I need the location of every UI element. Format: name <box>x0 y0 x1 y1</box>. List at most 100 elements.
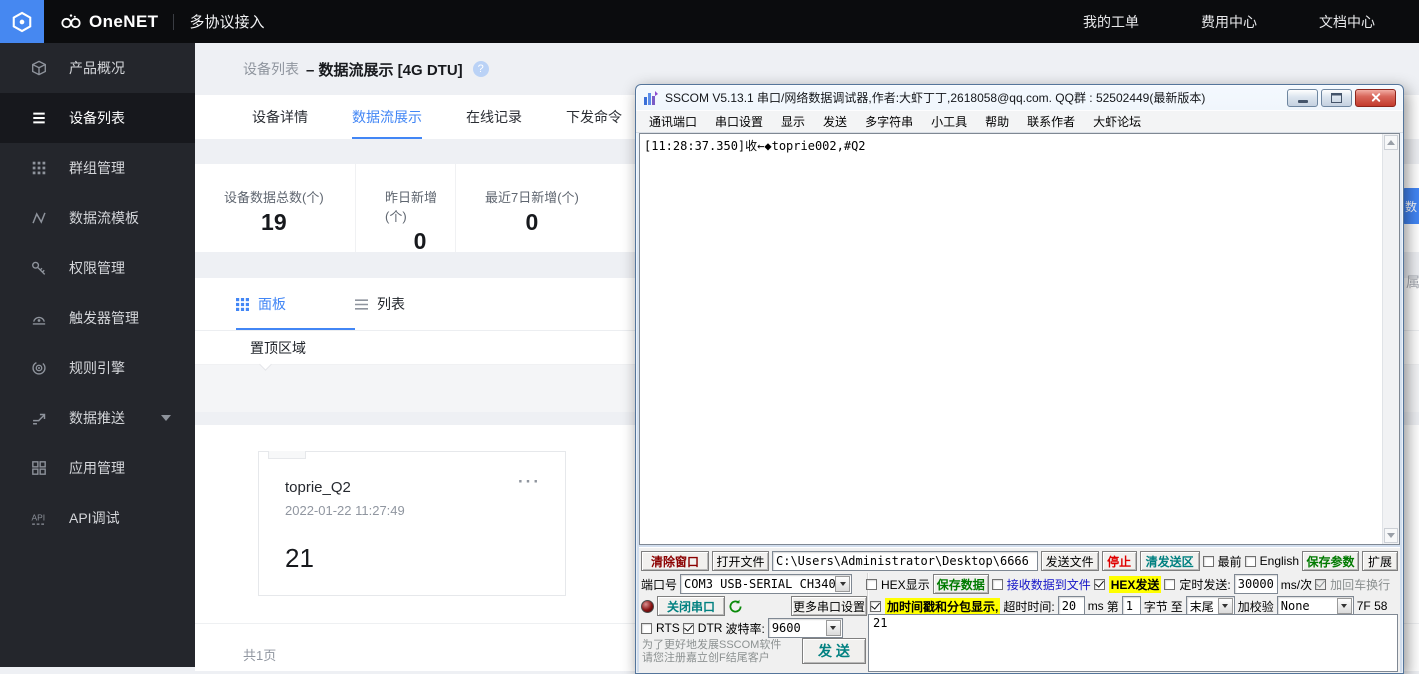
open-file-button[interactable]: 打开文件 <box>712 551 769 571</box>
scroll-down-button[interactable] <box>1384 528 1398 543</box>
dropdown-button[interactable] <box>1336 598 1352 614</box>
checkbox-label: 定时发送: <box>1179 577 1231 592</box>
menu-serial-settings[interactable]: 串口设置 <box>706 113 772 130</box>
brand[interactable]: OneNET <box>60 12 158 32</box>
menu-contact-author[interactable]: 联系作者 <box>1018 113 1084 130</box>
to-select[interactable]: 末尾 <box>1185 596 1235 616</box>
menu-help[interactable]: 帮助 <box>976 113 1018 130</box>
checkbox-box <box>1315 578 1327 590</box>
dropdown-button[interactable] <box>835 576 851 592</box>
sidebar-item-data-push[interactable]: 数据推送 <box>0 393 195 443</box>
menu-multi-string[interactable]: 多字符串 <box>856 113 922 130</box>
menu-display[interactable]: 显示 <box>772 113 814 130</box>
refresh-ports-icon[interactable] <box>728 599 743 614</box>
card-more-menu[interactable]: ··· <box>518 472 541 492</box>
datastream-value: 21 <box>285 543 314 573</box>
sidebar-item-label: 触发器管理 <box>69 310 139 326</box>
stat-label: 昨日新增(个) <box>385 190 438 224</box>
clear-window-button[interactable]: 清除窗口 <box>641 551 709 571</box>
sidebar-item-group-management[interactable]: 群组管理 <box>0 143 195 193</box>
dtr-checkbox[interactable]: DTR <box>682 621 722 635</box>
file-path-input[interactable]: C:\Users\Administrator\Desktop\6666 <box>772 551 1038 571</box>
menu-comm-port[interactable]: 通讯端口 <box>640 113 706 130</box>
sidebar-item-app-management[interactable]: 应用管理 <box>0 443 195 493</box>
chevron-down-icon <box>1222 604 1229 608</box>
timed-send-checkbox[interactable]: 定时发送: <box>1164 576 1231 593</box>
platform-logo-icon[interactable] <box>0 0 44 43</box>
checksum-select[interactable]: None <box>1276 596 1354 616</box>
edge-side-tab[interactable]: 数 <box>1402 188 1419 224</box>
send-text-area[interactable]: 21 <box>868 614 1398 672</box>
receive-to-file-checkbox[interactable]: 接收数据到文件 <box>991 576 1091 593</box>
view-tab-list[interactable]: 列表 <box>355 278 405 330</box>
stat-value: 0 <box>525 209 539 235</box>
tab-online-record[interactable]: 在线记录 <box>466 95 522 139</box>
maximize-button[interactable] <box>1321 88 1352 107</box>
hex-send-checkbox[interactable]: HEX发送 <box>1093 575 1162 593</box>
edge-clipped-text: 属 <box>1406 274 1419 290</box>
send-file-button[interactable]: 发送文件 <box>1040 551 1099 571</box>
rts-checkbox[interactable]: RTS <box>641 621 680 635</box>
menu-forum[interactable]: 大虾论坛 <box>1084 113 1150 130</box>
checkbox-label: 加回车换行 <box>1330 577 1391 592</box>
topmost-checkbox[interactable]: 最前 <box>1202 553 1242 570</box>
tab-send-command[interactable]: 下发命令 <box>566 95 622 139</box>
interval-unit-label: ms/次 <box>1280 577 1313 592</box>
sidebar-item-permission-management[interactable]: 权限管理 <box>0 243 195 293</box>
breadcrumb-prefix[interactable]: 设备列表 <box>243 59 299 79</box>
link-my-tickets[interactable]: 我的工单 <box>1083 12 1139 32</box>
clear-send-area-button[interactable]: 清发送区 <box>1139 551 1200 571</box>
english-checkbox[interactable]: English <box>1244 554 1299 568</box>
minimize-button[interactable] <box>1287 88 1318 107</box>
datastream-card[interactable]: ··· toprie_Q2 2022-01-22 11:27:49 21 <box>258 451 566 596</box>
sidebar-item-datastream-template[interactable]: 数据流模板 <box>0 193 195 243</box>
sidebar-item-api-debug[interactable]: API API调试 <box>0 493 195 543</box>
port-select[interactable]: COM3 USB-SERIAL CH340 <box>680 574 853 594</box>
tab-datastream-display[interactable]: 数据流展示 <box>352 95 422 139</box>
tab-device-detail[interactable]: 设备详情 <box>252 95 308 139</box>
more-port-settings-button[interactable]: 更多串口设置 <box>791 596 867 616</box>
menu-tools[interactable]: 小工具 <box>922 113 976 130</box>
list-lines-icon <box>355 298 368 310</box>
link-billing-center[interactable]: 费用中心 <box>1201 12 1257 32</box>
cube-icon <box>32 60 46 76</box>
save-data-button[interactable]: 保存数据 <box>932 574 989 594</box>
receive-scrollbar[interactable] <box>1382 134 1399 544</box>
hex-display-checkbox[interactable]: HEX显示 <box>866 576 930 593</box>
link-doc-center[interactable]: 文档中心 <box>1319 12 1375 32</box>
datastream-timestamp: 2022-01-22 11:27:49 <box>285 503 405 518</box>
chevron-down-icon <box>839 582 846 586</box>
append-crlf-checkbox[interactable]: 加回车换行 <box>1315 576 1390 593</box>
byte-from-input[interactable]: 1 <box>1121 596 1141 616</box>
extend-button[interactable]: 扩展 <box>1362 551 1398 571</box>
stop-button[interactable]: 停止 <box>1101 551 1137 571</box>
receive-area[interactable]: [11:28:37.350]收←◆toprie002,#Q2 <box>639 133 1400 545</box>
close-button[interactable] <box>1355 88 1396 107</box>
dropdown-button[interactable] <box>825 620 841 636</box>
scroll-up-button[interactable] <box>1384 135 1398 150</box>
sscom-titlebar[interactable]: SSCOM V5.13.1 串口/网络数据调试器,作者:大虾丁丁,2618058… <box>636 85 1403 110</box>
sscom-window: SSCOM V5.13.1 串口/网络数据调试器,作者:大虾丁丁,2618058… <box>635 84 1404 674</box>
file-row: 清除窗口 打开文件 C:\Users\Administrator\Desktop… <box>641 551 1398 571</box>
help-icon[interactable]: ? <box>472 61 489 77</box>
checkbox-box <box>991 578 1003 590</box>
sidebar-item-product-overview[interactable]: 产品概况 <box>0 43 195 93</box>
checkbox-box <box>870 600 881 612</box>
save-params-button[interactable]: 保存参数 <box>1302 551 1359 571</box>
sidebar-item-trigger-management[interactable]: 触发器管理 <box>0 293 195 343</box>
timestamp-packet-checkbox[interactable]: 加时间戳和分包显示, <box>870 597 1001 615</box>
menu-send[interactable]: 发送 <box>814 113 856 130</box>
dropdown-button[interactable] <box>1217 598 1233 614</box>
stat-total-datastreams: 设备数据总数(个) 19 <box>195 164 355 252</box>
stat-label: 最近7日新增(个) <box>485 190 579 205</box>
port-row: 端口号 COM3 USB-SERIAL CH340 HEX显示 保存数据 接收数… <box>641 574 1398 594</box>
send-button[interactable]: 发 送 <box>802 638 866 664</box>
view-tab-panel[interactable]: 面板 <box>236 278 355 330</box>
send-interval-input[interactable]: 30000 <box>1233 574 1278 594</box>
stream-icon <box>32 212 46 224</box>
close-port-button[interactable]: 关闭串口 <box>657 596 725 616</box>
sidebar-item-device-list[interactable]: 设备列表 <box>0 93 195 143</box>
baud-select[interactable]: 9600 <box>767 618 843 638</box>
sidebar-item-rule-engine[interactable]: 规则引擎 <box>0 343 195 393</box>
timeout-input[interactable]: 20 <box>1057 596 1085 616</box>
